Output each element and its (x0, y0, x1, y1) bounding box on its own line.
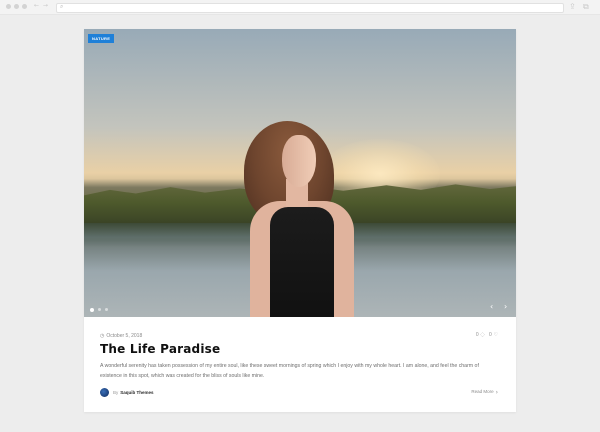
author-name-link[interactable]: Saquib Themes (120, 390, 153, 395)
post-featured-image[interactable]: NATURE ‹ › (84, 29, 516, 317)
chevron-right-icon: › (495, 389, 498, 396)
read-more-link[interactable]: Read More › (471, 389, 498, 396)
post-title[interactable]: The Life Paradise (100, 342, 220, 356)
author-avatar[interactable] (100, 388, 109, 397)
post-author: By Saquib Themes (100, 388, 154, 397)
back-forward-icon[interactable]: ← → (34, 2, 49, 9)
category-badge[interactable]: NATURE (88, 34, 115, 43)
clock-icon: ◷ (100, 333, 105, 339)
window-maximize-dot[interactable] (22, 4, 27, 9)
author-prefix: By (113, 390, 119, 395)
slider-dot-1[interactable] (90, 307, 94, 312)
window-close-dot[interactable] (6, 4, 11, 9)
browser-toolbar: ← → ⌕ ⇪ ⧉ (0, 0, 600, 15)
post-counters: 0 ◌ 0 ♡ (476, 332, 498, 338)
address-bar[interactable]: ⌕ (56, 3, 564, 13)
read-more-label: Read More (471, 389, 494, 394)
woman-face (282, 135, 316, 187)
comment-count[interactable]: 0 ◌ (476, 332, 485, 338)
post-excerpt: A wonderful serenity has taken possessio… (100, 363, 479, 379)
woman-dress (270, 207, 334, 317)
share-icon[interactable]: ⇪ (569, 2, 576, 11)
post-date-text: October 5, 2018 (106, 333, 143, 339)
slider-dot-3[interactable] (105, 308, 108, 311)
slider-prev-arrow-icon[interactable]: ‹ (490, 302, 493, 311)
slider-pagination (90, 307, 108, 312)
blog-post-card: NATURE ‹ › ◷ October 5, 2018 0 ◌ 0 ♡ The … (84, 29, 516, 412)
post-date: ◷ October 5, 2018 (100, 333, 142, 339)
search-icon: ⌕ (60, 3, 64, 10)
slider-next-arrow-icon[interactable]: › (504, 302, 507, 311)
slider-dot-2[interactable] (98, 308, 101, 311)
tabs-icon[interactable]: ⧉ (583, 2, 589, 12)
window-minimize-dot[interactable] (14, 4, 19, 9)
like-count[interactable]: 0 ♡ (489, 332, 498, 338)
